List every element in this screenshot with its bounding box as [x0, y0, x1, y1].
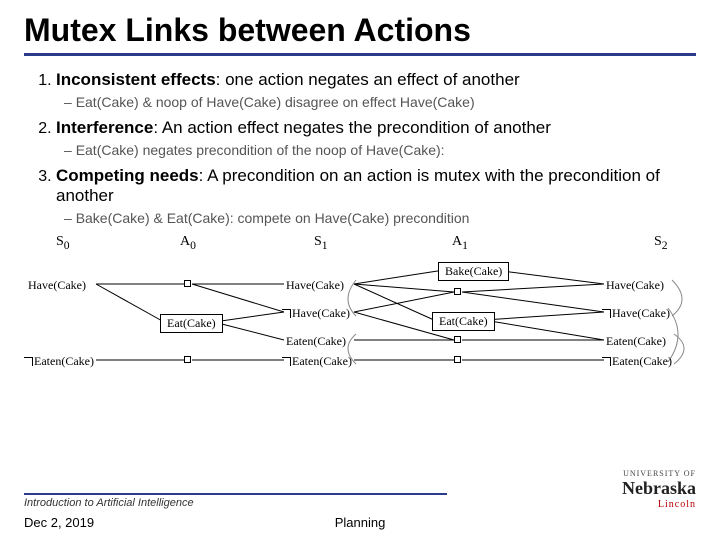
point-3-sub: Bake(Cake) & Eat(Cake): compete on Have(…: [64, 210, 696, 226]
point-2-sub: Eat(Cake) negates precondition of the no…: [64, 142, 696, 158]
s1-neg-have: Have(Cake): [282, 306, 350, 321]
footer: Introduction to Artificial Intelligence …: [24, 493, 696, 530]
course-name: Introduction to Artificial Intelligence: [24, 497, 696, 509]
point-2-lead: Interference: [56, 118, 153, 137]
s0-have: Have(Cake): [28, 278, 86, 293]
a0-noop-neaten: [184, 356, 191, 363]
col-a0: A0: [180, 234, 196, 252]
footer-rule: [24, 493, 447, 495]
a1-noop-eaten: [454, 336, 461, 343]
point-2: Interference: An action effect negates t…: [56, 118, 696, 138]
footer-date: Dec 2, 2019: [24, 515, 94, 530]
footer-topic: Planning: [335, 515, 386, 530]
title-underline: [24, 53, 696, 56]
s2-neg-have: Have(Cake): [602, 306, 670, 321]
col-a1: A1: [452, 234, 468, 252]
point-1: Inconsistent effects: one action negates…: [56, 70, 696, 90]
a0-noop-have: [184, 280, 191, 287]
a1-noop-neaten: [454, 356, 461, 363]
s0-neg-eaten: Eaten(Cake): [24, 354, 94, 369]
s2-have: Have(Cake): [606, 278, 664, 293]
a1-eat: Eat(Cake): [432, 312, 495, 331]
a0-eat: Eat(Cake): [160, 314, 223, 333]
s2-neg-eaten: Eaten(Cake): [602, 354, 672, 369]
point-1-rest: : one action negates an effect of anothe…: [216, 70, 520, 89]
a1-noop-have: [454, 288, 461, 295]
point-2-rest: : An action effect negates the precondit…: [153, 118, 551, 137]
col-s2: S2: [654, 234, 668, 252]
point-3-lead: Competing needs: [56, 166, 199, 185]
s1-neg-eaten: Eaten(Cake): [282, 354, 352, 369]
s2-eaten: Eaten(Cake): [606, 334, 666, 349]
logo-univ: UNIVERSITY OF: [622, 469, 696, 478]
point-3: Competing needs: A precondition on an ac…: [56, 166, 696, 206]
graph-edges: [24, 234, 696, 384]
s1-eaten: Eaten(Cake): [286, 334, 346, 349]
point-1-sub: Eat(Cake) & noop of Have(Cake) disagree …: [64, 94, 696, 110]
point-1-lead: Inconsistent effects: [56, 70, 216, 89]
col-s1: S1: [314, 234, 328, 252]
planning-graph: S0 A0 S1 A1 S2 Have(Cake) Eaten(Cake) Ea…: [24, 234, 696, 384]
a1-bake: Bake(Cake): [438, 262, 509, 281]
s1-have: Have(Cake): [286, 278, 344, 293]
bullet-list: Inconsistent effects: one action negates…: [24, 70, 696, 226]
slide-title: Mutex Links between Actions: [24, 12, 696, 49]
col-s0: S0: [56, 234, 70, 252]
